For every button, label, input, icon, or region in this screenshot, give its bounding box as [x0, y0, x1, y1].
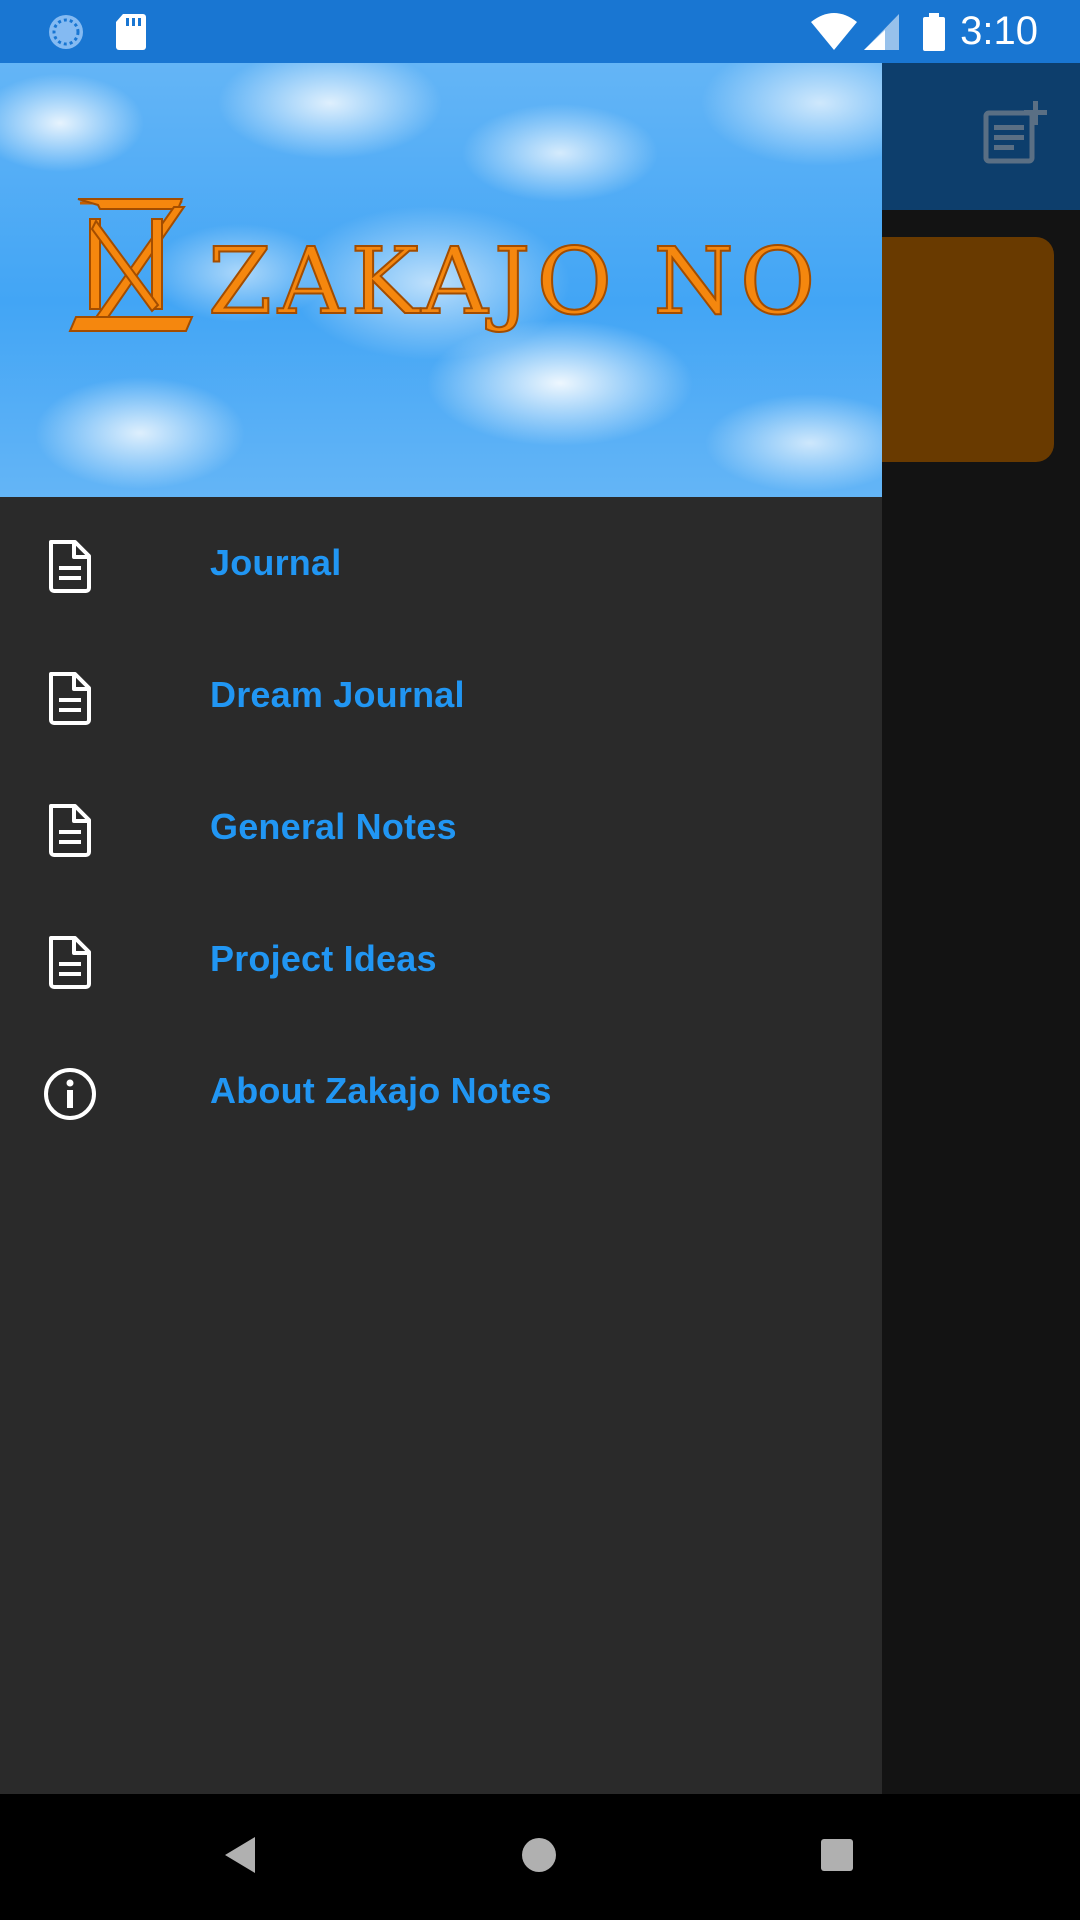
menu-item-label: Dream Journal — [210, 674, 465, 715]
add-note-button[interactable] — [976, 95, 1056, 175]
home-button[interactable] — [489, 1794, 589, 1920]
home-icon — [520, 1836, 558, 1879]
menu-item-label: Journal — [210, 542, 342, 583]
menu-item-label: About Zakajo Notes — [210, 1070, 552, 1111]
menu-item-label: Project Ideas — [210, 938, 437, 979]
menu-item-project-ideas[interactable]: Project Ideas — [0, 893, 882, 1025]
wifi-icon — [810, 0, 858, 63]
zakajo-notes-logo: ZAKAJO NOTES — [68, 198, 820, 336]
menu-item-dream-journal[interactable]: Dream Journal — [0, 629, 882, 761]
document-icon — [40, 932, 100, 992]
status-bar: 3:10 — [0, 0, 1080, 63]
drawer-header: ZAKAJO NOTES — [0, 63, 882, 497]
navigation-drawer: ZAKAJO NOTES Journal — [0, 63, 882, 1794]
add-note-icon — [982, 99, 1050, 172]
document-icon — [40, 668, 100, 728]
sync-icon — [46, 0, 86, 63]
menu-item-about[interactable]: About Zakajo Notes — [0, 1025, 882, 1157]
recents-button[interactable] — [787, 1794, 887, 1920]
menu-item-label: General Notes — [210, 806, 457, 847]
sd-card-icon — [115, 0, 147, 63]
info-icon — [40, 1064, 100, 1124]
document-icon — [40, 536, 100, 596]
document-icon — [40, 800, 100, 860]
drawer-menu: Journal Dream Journal General Notes Proj… — [0, 497, 882, 1157]
logo-text: ZAKAJO NOTES — [208, 228, 820, 335]
back-button[interactable] — [190, 1794, 290, 1920]
menu-item-general-notes[interactable]: General Notes — [0, 761, 882, 893]
battery-icon — [922, 0, 946, 63]
status-time: 3:10 — [960, 9, 1038, 53]
note-card[interactable] — [860, 237, 1054, 462]
system-nav-bar — [0, 1794, 1080, 1920]
recents-icon — [820, 1838, 854, 1877]
back-icon — [222, 1835, 258, 1880]
menu-item-journal[interactable]: Journal — [0, 497, 882, 629]
cellular-signal-icon — [863, 0, 901, 63]
